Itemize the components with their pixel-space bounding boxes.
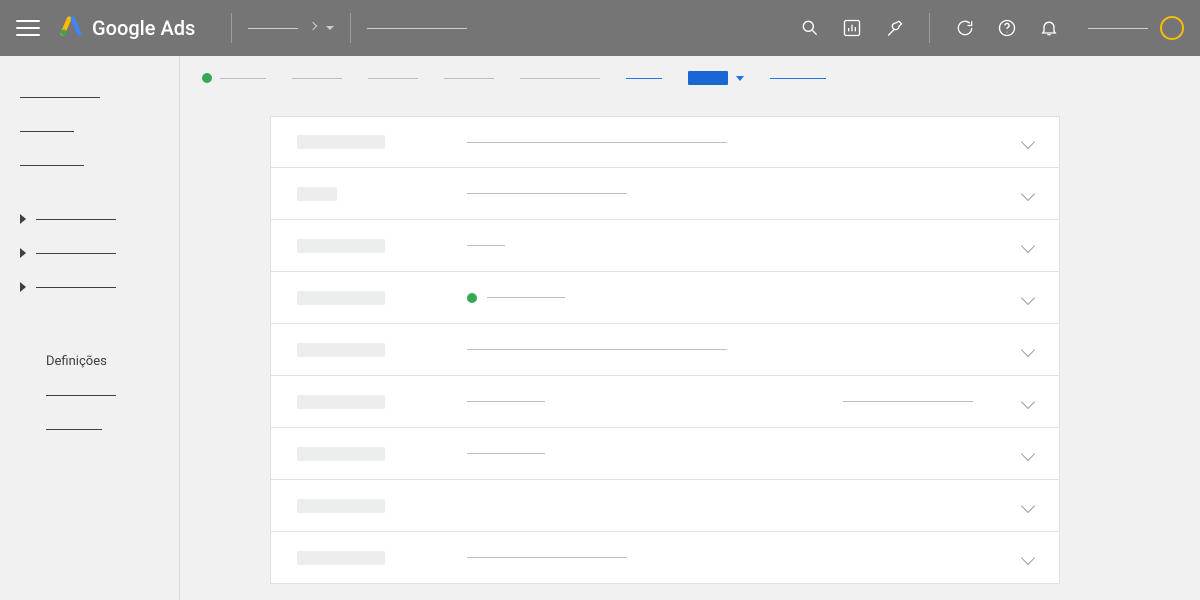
header-divider xyxy=(929,13,930,43)
row-label xyxy=(297,135,385,149)
account-area[interactable] xyxy=(1088,16,1184,40)
row-label xyxy=(297,239,385,253)
left-sidebar: Definições xyxy=(0,56,180,600)
settings-row[interactable] xyxy=(270,532,1060,584)
hamburger-menu-icon[interactable] xyxy=(16,16,40,40)
sidebar-item[interactable] xyxy=(46,412,159,446)
sidebar-label: Definições xyxy=(46,354,107,369)
settings-list xyxy=(270,116,1060,584)
chevron-down-icon xyxy=(1021,238,1035,252)
status-crumb[interactable] xyxy=(202,73,266,83)
refresh-icon[interactable] xyxy=(954,17,976,39)
row-secondary-value xyxy=(843,401,973,402)
settings-row[interactable] xyxy=(270,272,1060,324)
settings-row[interactable] xyxy=(270,480,1060,532)
product-logo[interactable]: Google Ads xyxy=(60,15,195,41)
row-value xyxy=(467,349,727,350)
avatar-placeholder-icon xyxy=(1160,16,1184,40)
status-dot-icon xyxy=(202,73,212,83)
crumb-item-link[interactable] xyxy=(770,78,826,79)
row-value xyxy=(487,297,565,298)
chevron-down-icon xyxy=(1021,135,1035,149)
chevron-down-icon xyxy=(1021,550,1035,564)
settings-row[interactable] xyxy=(270,220,1060,272)
campaign-selector[interactable] xyxy=(367,28,467,29)
sidebar-item[interactable] xyxy=(46,378,159,412)
crumb-item-link[interactable] xyxy=(626,78,662,79)
row-label xyxy=(297,343,385,357)
status-dot-icon xyxy=(467,293,477,303)
settings-row[interactable] xyxy=(270,324,1060,376)
crumb-item-active[interactable] xyxy=(688,71,744,85)
caret-down-icon xyxy=(326,26,334,30)
chevron-down-icon xyxy=(1021,186,1035,200)
sidebar-item-settings[interactable]: Definições xyxy=(20,344,159,378)
sidebar-item[interactable] xyxy=(20,148,159,182)
header-divider xyxy=(231,13,232,43)
sidebar-item[interactable] xyxy=(20,80,159,114)
chevron-down-icon xyxy=(1021,446,1035,460)
account-switcher[interactable] xyxy=(248,23,334,33)
row-value xyxy=(467,142,727,143)
sidebar-item[interactable] xyxy=(20,114,159,148)
sidebar-item-expandable[interactable] xyxy=(20,236,159,270)
chevron-down-icon xyxy=(1021,394,1035,408)
header-tools xyxy=(799,13,1184,43)
header-divider xyxy=(350,13,351,43)
search-icon[interactable] xyxy=(799,17,821,39)
help-icon[interactable] xyxy=(996,17,1018,39)
chevron-down-icon xyxy=(1021,342,1035,356)
chevron-down-icon xyxy=(1021,498,1035,512)
row-label xyxy=(297,551,385,565)
crumb-item[interactable] xyxy=(520,78,600,79)
settings-row[interactable] xyxy=(270,428,1060,480)
caret-right-icon xyxy=(20,214,26,224)
google-ads-logo-icon xyxy=(60,15,82,41)
main-content xyxy=(180,56,1200,600)
crumb-item[interactable] xyxy=(292,78,342,79)
settings-row[interactable] xyxy=(270,168,1060,220)
row-value xyxy=(467,401,545,402)
top-header: Google Ads xyxy=(0,0,1200,56)
tools-icon[interactable] xyxy=(883,17,905,39)
caret-down-icon xyxy=(736,76,744,81)
settings-row[interactable] xyxy=(270,376,1060,428)
reports-icon[interactable] xyxy=(841,17,863,39)
chevron-down-icon xyxy=(1021,290,1035,304)
settings-row[interactable] xyxy=(270,116,1060,168)
row-label xyxy=(297,291,385,305)
crumb-item[interactable] xyxy=(444,78,494,79)
sidebar-item-expandable[interactable] xyxy=(20,270,159,304)
row-label xyxy=(297,395,385,409)
notifications-icon[interactable] xyxy=(1038,17,1060,39)
breadcrumb-bar xyxy=(180,56,1200,100)
product-name: Google Ads xyxy=(92,16,195,40)
row-value xyxy=(467,193,627,194)
crumb-item[interactable] xyxy=(368,78,418,79)
row-label xyxy=(297,187,337,201)
caret-right-icon xyxy=(20,282,26,292)
sidebar-item-expandable[interactable] xyxy=(20,202,159,236)
row-value xyxy=(467,453,545,454)
chevron-right-icon xyxy=(309,22,317,30)
row-label xyxy=(297,499,385,513)
caret-right-icon xyxy=(20,248,26,258)
row-label xyxy=(297,447,385,461)
row-value xyxy=(467,557,627,558)
row-value xyxy=(467,245,505,246)
